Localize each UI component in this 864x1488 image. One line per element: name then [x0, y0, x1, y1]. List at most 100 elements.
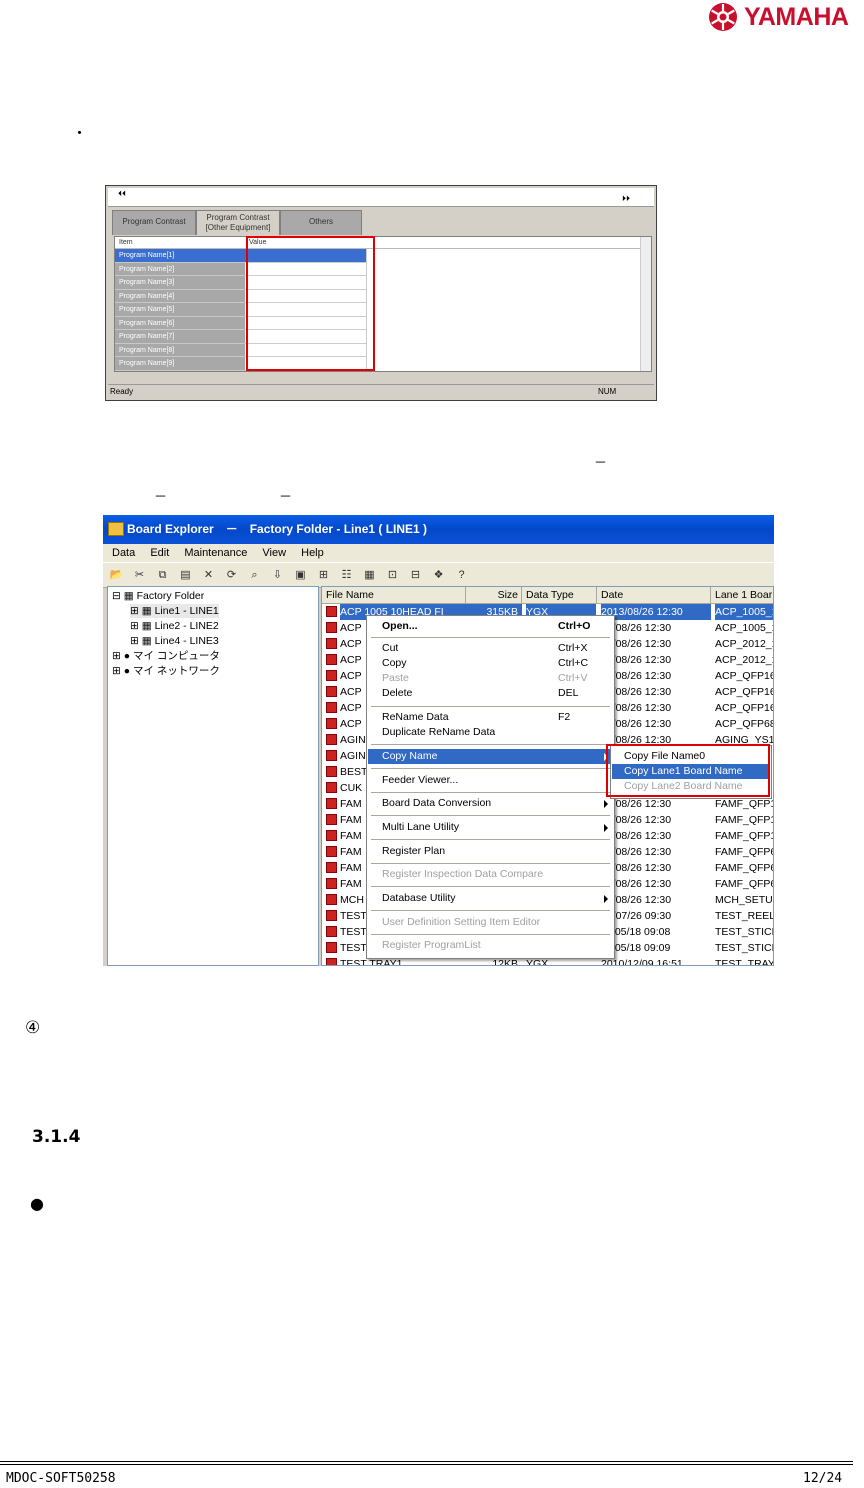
tree-item-line4[interactable]: ⊞ ▦ Line4 - LINE3 [130, 634, 219, 648]
menu-register-programlist[interactable]: Register ProgramList [368, 938, 613, 953]
grid-row[interactable]: Program Name[1] [115, 249, 651, 263]
bullet-dot: ・ [72, 124, 88, 142]
board-file-icon [326, 686, 337, 697]
board-file-icon [326, 622, 337, 633]
vertical-scrollbar[interactable] [640, 237, 651, 371]
menu-copy[interactable]: Copy Ctrl+C [368, 656, 613, 671]
col-date[interactable]: Date [597, 587, 711, 603]
menu-open[interactable]: Open... Ctrl+O [368, 619, 613, 634]
scroll-right-icon[interactable]: ⏵⏵ [622, 194, 630, 204]
board-view-icon[interactable]: ⊡ [383, 567, 402, 584]
board-file-icon [326, 702, 337, 713]
cell-date: 13/08/26 12:30 [601, 830, 672, 842]
section-number: 3.1.4 [32, 1127, 81, 1147]
cell-date: 13/08/26 12:30 [601, 718, 672, 730]
paste-icon[interactable]: ▤ [176, 567, 195, 584]
menu-register-plan[interactable]: Register Plan [368, 844, 613, 859]
list-view-icon[interactable]: ☷ [337, 567, 356, 584]
menu-view[interactable]: View [262, 547, 286, 559]
board-file-icon [326, 606, 337, 617]
line-icon: ▦ [141, 635, 152, 647]
line-icon: ▦ [141, 605, 152, 617]
row-label: Program Name[8] [115, 343, 245, 357]
grid-row[interactable]: Program Name[8] [115, 343, 651, 357]
tree-item-line1[interactable]: ⊞ ▦ Line1 - LINE1 [130, 604, 219, 618]
col-size[interactable]: Size [466, 587, 522, 603]
tree-item-my-network[interactable]: ⊞ ● マイ ネットワーク [112, 664, 220, 678]
grid-row[interactable]: Program Name[4] [115, 289, 651, 303]
menu-cut[interactable]: Cut Ctrl+X [368, 641, 613, 656]
cell-board: ACP_QFP16 [715, 702, 774, 714]
cut-icon[interactable]: ✂ [130, 567, 149, 584]
board-file-icon [326, 846, 337, 857]
menu-maintenance[interactable]: Maintenance [184, 547, 247, 559]
board-file-icon [326, 894, 337, 905]
board-file-icon [326, 942, 337, 953]
menu-board-data-conversion[interactable]: Board Data Conversion [368, 796, 613, 811]
open-folder-icon[interactable]: 📂 [107, 567, 126, 584]
help-icon[interactable]: ? [452, 567, 471, 584]
menu-delete[interactable]: Delete DEL [368, 686, 613, 701]
grid-row[interactable]: Program Name[7] [115, 330, 651, 344]
my-computer-icon: ● [123, 650, 131, 662]
find-icon[interactable]: ⌕ [245, 567, 264, 584]
scroll-left-icon[interactable]: ⏴⏴ [118, 189, 126, 199]
board-file-icon [326, 766, 337, 777]
tuning-forks-emblem-icon [709, 3, 737, 31]
grid-view-icon[interactable]: ⊟ [406, 567, 425, 584]
cell-board: ACP_QFP16 [715, 670, 774, 682]
tree-item-my-computer[interactable]: ⊞ ● マイ コンピュータ [112, 649, 220, 663]
menu-copy-name[interactable]: Copy Name [368, 749, 613, 764]
convert-icon[interactable]: ⇩ [268, 567, 287, 584]
my-network-icon: ● [123, 665, 131, 677]
small-icons-view-icon[interactable]: ⊞ [314, 567, 333, 584]
cell-board: FAMF_QFP1 [715, 814, 774, 826]
tab-program-contrast[interactable]: Program Contrast [112, 210, 196, 235]
menu-paste[interactable]: Paste Ctrl+V [368, 671, 613, 686]
col-data-type[interactable]: Data Type [522, 587, 597, 603]
row-label: Program Name[2] [115, 262, 245, 276]
menu-data[interactable]: Data [112, 547, 135, 559]
details-view-icon[interactable]: ▦ [360, 567, 379, 584]
row-label: Program Name[9] [115, 357, 245, 371]
menu-database-utility[interactable]: Database Utility [368, 891, 613, 906]
tree-root[interactable]: ⊟ ▦ Factory Folder [112, 589, 204, 603]
board-explorer-window: Board Explorer － Factory Folder - Line1 … [103, 515, 774, 966]
tree-label: Line4 - LINE3 [154, 635, 219, 647]
line-icon: ▦ [141, 620, 152, 632]
grid-row[interactable]: Program Name[6] [115, 316, 651, 330]
tab-program-contrast-other[interactable]: Program Contrast [Other Equipment] [196, 210, 280, 235]
settings-icon[interactable]: ❖ [429, 567, 448, 584]
menu-feeder-viewer[interactable]: Feeder Viewer... [368, 773, 613, 788]
menu-multi-lane-utility[interactable]: Multi Lane Utility [368, 820, 613, 835]
cell-date: 13/08/26 12:30 [601, 670, 672, 682]
menu-help[interactable]: Help [301, 547, 324, 559]
tree-item-line2[interactable]: ⊞ ▦ Line2 - LINE2 [130, 619, 219, 633]
menu-user-definition-editor[interactable]: User Definition Setting Item Editor [368, 915, 613, 930]
menu-edit[interactable]: Edit [150, 547, 169, 559]
delete-icon[interactable]: ✕ [199, 567, 218, 584]
title-bar: Board Explorer － Factory Folder - Line1 … [103, 515, 774, 544]
board-file-icon [326, 910, 337, 921]
board-file-icon [326, 830, 337, 841]
grid-row[interactable]: Program Name[3] [115, 276, 651, 290]
copy-icon[interactable]: ⧉ [153, 567, 172, 584]
large-icons-view-icon[interactable]: ▣ [291, 567, 310, 584]
grid-row[interactable]: Program Name[2] [115, 262, 651, 276]
grid-row[interactable]: Program Name[9] [115, 357, 651, 371]
cell-date: 13/08/26 12:30 [601, 622, 672, 634]
board-file-icon [326, 862, 337, 873]
col-lane1-board[interactable]: Lane 1 Boar [711, 587, 773, 603]
menu-duplicate-rename[interactable]: Duplicate ReName Data [368, 725, 613, 740]
menu-register-inspection[interactable]: Register Inspection Data Compare [368, 867, 613, 882]
col-file-name[interactable]: File Name [322, 587, 466, 603]
refresh-icon[interactable]: ⟳ [222, 567, 241, 584]
row-label: Program Name[4] [115, 289, 245, 303]
cell-date: 13/08/26 12:30 [601, 654, 672, 666]
cell-date: 13/08/26 12:30 [601, 846, 672, 858]
menu-rename[interactable]: ReName Data F2 [368, 710, 613, 725]
top-scroll-area[interactable]: ⏴⏴ ⏵⏵ [108, 188, 654, 207]
grid-row[interactable]: Program Name[5] [115, 303, 651, 317]
dash-mark: － [279, 490, 293, 505]
tab-others[interactable]: Others [280, 210, 362, 235]
